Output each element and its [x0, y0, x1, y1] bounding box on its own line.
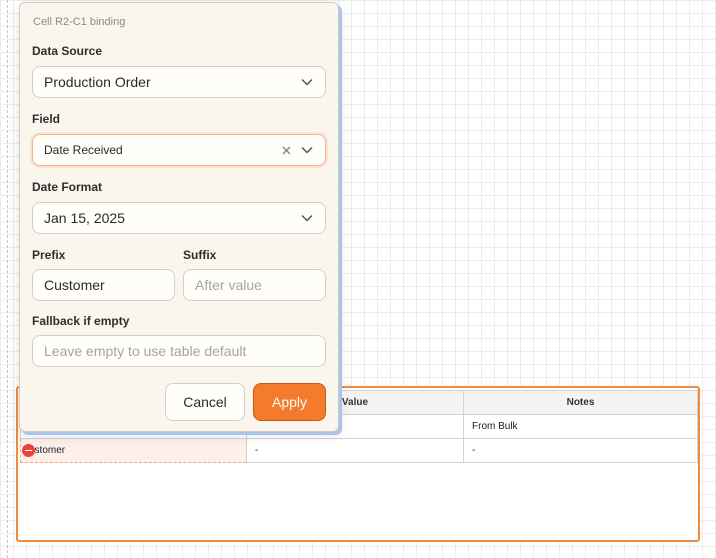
remove-binding-icon[interactable]	[22, 444, 35, 457]
suffix-label: Suffix	[183, 248, 217, 262]
fallback-label: Fallback if empty	[32, 314, 130, 328]
cell-binding-popover: Cell R2-C1 binding Data Source Productio…	[19, 2, 339, 432]
chevron-down-icon	[295, 142, 319, 158]
suffix-input-wrapper	[183, 269, 326, 301]
table-cell-r2-c3[interactable]: -	[463, 438, 698, 463]
popover-title: Cell R2-C1 binding	[33, 16, 126, 28]
chevron-down-icon	[295, 74, 319, 90]
prefix-input[interactable]	[44, 277, 174, 293]
table-row: ustomer - -	[20, 438, 698, 463]
prefix-label: Prefix	[32, 248, 66, 262]
field-select[interactable]: Date Received	[32, 134, 326, 166]
field-value: Date Received	[44, 143, 123, 157]
suffix-input[interactable]	[195, 277, 325, 293]
data-source-label: Data Source	[32, 44, 103, 58]
table-cell-r1-c3[interactable]: From Bulk	[463, 414, 698, 439]
table-cell-r2-c1[interactable]: ustomer	[20, 438, 247, 463]
field-label: Field	[32, 112, 61, 126]
canvas-guide-line	[7, 0, 8, 558]
data-source-select[interactable]: Production Order	[32, 66, 326, 98]
date-format-select[interactable]: Jan 15, 2025	[32, 202, 326, 234]
date-format-value: Jan 15, 2025	[44, 210, 125, 226]
clear-x-icon[interactable]	[279, 143, 293, 157]
apply-button[interactable]: Apply	[253, 383, 326, 421]
cancel-button[interactable]: Cancel	[165, 383, 245, 421]
fallback-input-wrapper	[32, 335, 326, 367]
fallback-input[interactable]	[44, 343, 325, 359]
date-format-label: Date Format	[32, 180, 103, 194]
prefix-input-wrapper	[32, 269, 175, 301]
table-cell-r2-c2[interactable]: -	[246, 438, 464, 463]
column-header-notes[interactable]: Notes	[463, 390, 698, 415]
data-source-value: Production Order	[44, 74, 151, 90]
chevron-down-icon	[295, 210, 319, 226]
